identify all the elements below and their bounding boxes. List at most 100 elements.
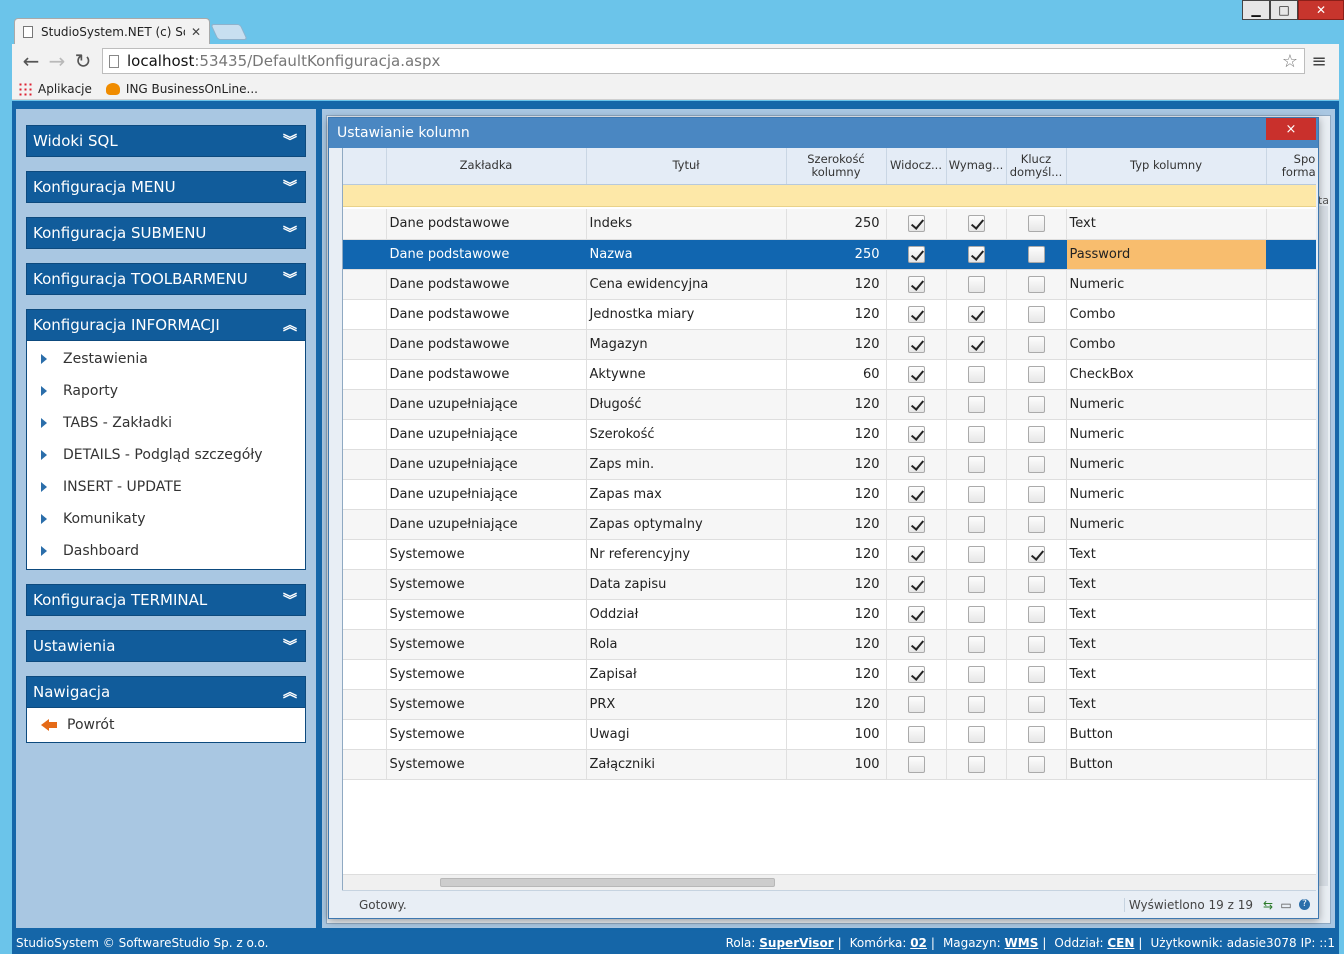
header-tytul[interactable]: Tytuł [586,148,787,185]
key-checkbox[interactable] [1027,365,1045,383]
visible-checkbox[interactable] [907,485,925,503]
required-checkbox[interactable] [967,395,985,413]
visible-checkbox[interactable] [907,605,925,623]
required-checkbox[interactable] [967,575,985,593]
key-checkbox[interactable] [1027,245,1045,263]
title-cell[interactable]: Aktywne [586,359,787,390]
type-cell[interactable]: Numeric [1066,479,1267,510]
new-tab-button[interactable] [210,24,248,40]
title-cell[interactable]: Nazwa [586,239,787,270]
width-cell[interactable]: 100 [786,719,887,750]
tab-cell[interactable]: Systemowe [386,569,587,600]
visible-checkbox[interactable] [907,545,925,563]
branch-link[interactable]: CEN [1107,936,1134,950]
table-row[interactable]: Systemowe Nr referencyjny 120 Text [343,539,1316,570]
title-cell[interactable]: Zaps min. [586,449,787,480]
key-checkbox[interactable] [1027,665,1045,683]
width-cell[interactable]: 120 [786,659,887,690]
width-cell[interactable]: 120 [786,569,887,600]
minimize-button[interactable]: ▁ [1242,0,1270,20]
cell-link[interactable]: 02 [910,936,927,950]
key-checkbox[interactable] [1027,395,1045,413]
browser-tab[interactable]: StudioSystem.NET (c) Soft ✕ [14,18,210,44]
filter-row[interactable] [343,184,1316,207]
table-row[interactable]: Dane uzupełniające Długość 120 Numeric [343,389,1316,420]
row-selector-cell[interactable] [343,509,387,540]
tab-cell[interactable]: Dane podstawowe [386,269,587,300]
required-checkbox[interactable] [967,665,985,683]
type-cell[interactable]: Combo [1066,299,1267,330]
dialog-header[interactable]: Ustawianie kolumn × [329,118,1318,148]
key-checkbox[interactable] [1027,725,1045,743]
title-cell[interactable]: Uwagi [586,719,787,750]
window-close-button[interactable]: ✕ [1298,0,1344,20]
row-selector-cell[interactable] [343,359,387,390]
key-checkbox[interactable] [1027,425,1045,443]
header-typ[interactable]: Typ kolumny [1066,148,1267,185]
format-cell[interactable] [1266,419,1316,450]
title-cell[interactable]: Rola [586,629,787,660]
key-checkbox[interactable] [1027,275,1045,293]
title-cell[interactable]: Cena ewidencyjna [586,269,787,300]
width-cell[interactable]: 120 [786,509,887,540]
visible-checkbox[interactable] [907,755,925,773]
required-checkbox[interactable] [967,695,985,713]
visible-checkbox[interactable] [907,575,925,593]
key-checkbox[interactable] [1027,515,1045,533]
type-cell[interactable]: Password [1066,239,1267,270]
panel-header[interactable]: Konfiguracja TOOLBARMENU ︾ [26,263,306,295]
table-row[interactable]: Dane uzupełniające Zapas optymalny 120 Nume… [343,509,1316,540]
width-cell[interactable]: 100 [786,749,887,780]
table-row[interactable]: Systemowe PRX 120 Text [343,689,1316,720]
width-cell[interactable]: 120 [786,329,887,360]
key-checkbox[interactable] [1027,695,1045,713]
format-cell[interactable] [1266,599,1316,630]
header-row-selector[interactable] [343,148,387,185]
visible-checkbox[interactable] [907,725,925,743]
reload-icon[interactable]: ↻ [70,48,96,74]
width-cell[interactable]: 250 [786,239,887,270]
background-scrollbar[interactable] [1318,206,1328,886]
panel-header[interactable]: Konfiguracja SUBMENU ︾ [26,217,306,249]
format-cell[interactable] [1266,209,1316,240]
key-checkbox[interactable] [1027,305,1045,323]
required-checkbox[interactable] [967,605,985,623]
visible-checkbox[interactable] [907,515,925,533]
required-checkbox[interactable] [967,515,985,533]
title-cell[interactable]: Zapas optymalny [586,509,787,540]
format-cell[interactable] [1266,479,1316,510]
header-widoczna[interactable]: Widocz... [886,148,947,185]
sidebar-item-insert-update[interactable]: INSERT - UPDATE [27,471,305,503]
visible-checkbox[interactable] [907,275,925,293]
width-cell[interactable]: 120 [786,269,887,300]
type-cell[interactable]: CheckBox [1066,359,1267,390]
format-cell[interactable] [1266,449,1316,480]
title-cell[interactable]: Magazyn [586,329,787,360]
format-cell[interactable] [1266,629,1316,660]
type-cell[interactable]: Text [1066,599,1267,630]
row-selector-cell[interactable] [343,269,387,300]
format-cell[interactable] [1266,389,1316,420]
export-icon[interactable]: ▭ [1277,898,1295,912]
visible-checkbox[interactable] [907,305,925,323]
table-row[interactable]: Dane podstawowe Indeks 250 Text [343,209,1316,240]
tab-cell[interactable]: Dane uzupełniające [386,389,587,420]
type-cell[interactable]: Text [1066,569,1267,600]
panel-header[interactable]: Konfiguracja MENU ︾ [26,171,306,203]
visible-checkbox[interactable] [907,395,925,413]
sidebar-item-details[interactable]: DETAILS - Podgląd szczegóły [27,439,305,471]
visible-checkbox[interactable] [907,365,925,383]
width-cell[interactable]: 120 [786,479,887,510]
header-zakladka[interactable]: Zakładka [386,148,587,185]
format-cell[interactable] [1266,329,1316,360]
row-selector-cell[interactable] [343,419,387,450]
key-checkbox[interactable] [1027,635,1045,653]
tab-cell[interactable]: Dane uzupełniające [386,419,587,450]
table-row[interactable]: Dane podstawowe Cena ewidencyjna 120 Numeri… [343,269,1316,300]
format-cell[interactable] [1266,689,1316,720]
visible-checkbox[interactable] [907,215,925,233]
filter-cell[interactable] [343,184,1316,207]
visible-checkbox[interactable] [907,635,925,653]
row-selector-cell[interactable] [343,449,387,480]
width-cell[interactable]: 120 [786,539,887,570]
